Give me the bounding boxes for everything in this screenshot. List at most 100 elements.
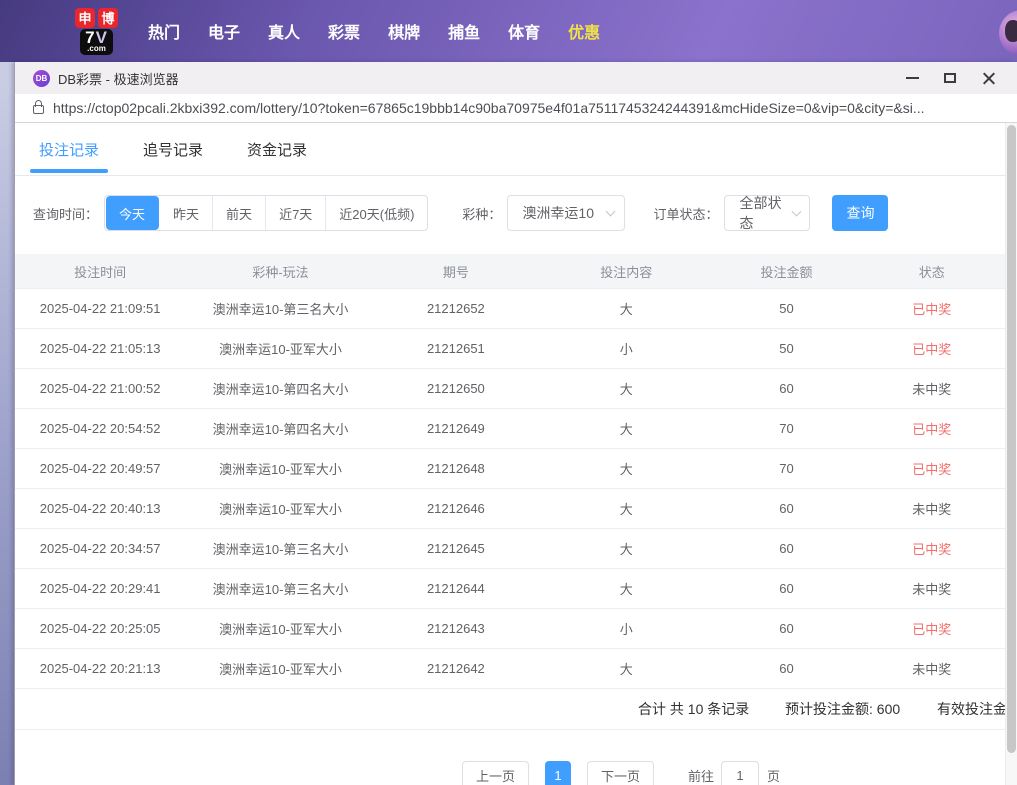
table-row: 2025-04-22 21:09:51 澳洲幸运10-第三名大小 2121265… [15,289,1017,329]
minimize-icon [906,77,919,79]
prev-page-button[interactable]: 上一页 [462,761,529,785]
nav-item-fishing[interactable]: 捕鱼 [434,19,494,43]
time-option-today[interactable]: 今天 [106,196,159,230]
nav-item-promo[interactable]: 优惠 [554,19,614,43]
table-row: 2025-04-22 21:00:52 澳洲幸运10-第四名大小 2121265… [15,369,1017,409]
status-filter-label: 订单状态： [653,204,718,223]
time-option-20days[interactable]: 近20天(低频) [326,196,427,230]
order-status-select[interactable]: 全部状态 [724,195,810,231]
cell-bet-amount: 60 [716,381,856,396]
cell-period: 21212650 [376,381,536,396]
cell-bet-amount: 60 [716,501,856,516]
next-page-button[interactable]: 下一页 [587,761,654,785]
cell-play-type: 澳洲幸运10-亚军大小 [185,499,375,518]
pagination: 上一页 1 下一页 前往 页 [462,761,780,785]
cell-status: 已中奖 [857,339,1007,358]
chevron-down-icon [606,206,616,216]
tab-fund-records[interactable]: 资金记录 [247,123,307,175]
cell-play-type: 澳洲幸运10-第四名大小 [185,419,375,438]
table-row: 2025-04-22 21:05:13 澳洲幸运10-亚军大小 21212651… [15,329,1017,369]
logo-box: 7V .com [80,29,113,55]
site-logo[interactable]: 申 博 7V .com [75,8,118,55]
cell-play-type: 澳洲幸运10-第四名大小 [185,379,375,398]
site-navbar: 申 博 7V .com 热门 电子 真人 彩票 棋牌 捕鱼 体育 优惠 [0,0,1017,62]
col-header-play: 彩种-玩法 [185,262,375,281]
minimize-button[interactable] [893,65,931,91]
cell-bet-content: 大 [536,579,716,598]
lottery-select-value: 澳洲幸运10 [522,203,594,223]
cell-bet-time: 2025-04-22 20:21:13 [15,661,185,676]
table-row: 2025-04-22 20:40:13 澳洲幸运10-亚军大小 21212646… [15,489,1017,529]
table-row: 2025-04-22 20:25:05 澳洲幸运10-亚军大小 21212643… [15,609,1017,649]
page-content: 投注记录 追号记录 资金记录 查询时间： 今天 昨天 前天 近7天 近20天(低… [15,123,1017,785]
time-option-7days[interactable]: 近7天 [266,196,326,230]
nav-item-sports[interactable]: 体育 [494,19,554,43]
filter-bar: 查询时间： 今天 昨天 前天 近7天 近20天(低频) 彩种： 澳洲幸运10 订… [33,195,1017,231]
nav-item-hot[interactable]: 热门 [134,19,194,43]
col-header-period: 期号 [376,262,536,281]
tab-chase-records[interactable]: 追号记录 [143,123,203,175]
time-option-daybefore[interactable]: 前天 [213,196,266,230]
cell-play-type: 澳洲幸运10-亚军大小 [185,659,375,678]
scrollbar-thumb[interactable] [1007,125,1016,753]
logo-badge-right: 博 [98,8,118,28]
cell-bet-time: 2025-04-22 21:05:13 [15,341,185,356]
cell-bet-content: 大 [536,499,716,518]
window-title: DB彩票 - 极速浏览器 [58,69,179,88]
nav-item-chess[interactable]: 棋牌 [374,19,434,43]
col-header-content: 投注内容 [536,262,716,281]
cell-bet-content: 大 [536,299,716,318]
table-row: 2025-04-22 20:29:41 澳洲幸运10-第三名大小 2121264… [15,569,1017,609]
maximize-button[interactable] [931,65,969,91]
cell-bet-time: 2025-04-22 20:54:52 [15,421,185,436]
page-number-1[interactable]: 1 [545,761,571,785]
cell-bet-content: 大 [536,459,716,478]
table-header-row: 投注时间 彩种-玩法 期号 投注内容 投注金额 状态 [15,254,1017,289]
time-option-yesterday[interactable]: 昨天 [160,196,213,230]
table-row: 2025-04-22 20:49:57 澳洲幸运10-亚军大小 21212648… [15,449,1017,489]
cell-play-type: 澳洲幸运10-第三名大小 [185,579,375,598]
cell-bet-time: 2025-04-22 20:29:41 [15,581,185,596]
cell-bet-time: 2025-04-22 20:25:05 [15,621,185,636]
nav-item-electronic[interactable]: 电子 [194,19,254,43]
goto-page-input[interactable] [721,761,759,785]
cell-play-type: 澳洲幸运10-亚军大小 [185,459,375,478]
cell-bet-content: 大 [536,539,716,558]
browser-window: DB DB彩票 - 极速浏览器 https://ctop02pcali.2kbx… [14,62,1017,785]
cell-bet-time: 2025-04-22 21:09:51 [15,301,185,316]
cell-period: 21212646 [376,501,536,516]
lottery-select[interactable]: 澳洲幸运10 [507,195,625,231]
time-filter-group: 今天 昨天 前天 近7天 近20天(低频) [104,195,428,231]
url-bar[interactable]: https://ctop02pcali.2kbxi392.com/lottery… [15,94,1017,123]
cell-status: 已中奖 [857,539,1007,558]
window-titlebar[interactable]: DB DB彩票 - 极速浏览器 [15,62,1017,94]
nav-item-live[interactable]: 真人 [254,19,314,43]
summary-expected-amount: 预计投注金额: 600 [785,689,900,730]
cell-period: 21212642 [376,661,536,676]
table-row: 2025-04-22 20:54:52 澳洲幸运10-第四名大小 2121264… [15,409,1017,449]
col-header-time: 投注时间 [15,262,185,281]
cell-period: 21212645 [376,541,536,556]
cell-status: 未中奖 [857,499,1007,518]
cell-play-type: 澳洲幸运10-第三名大小 [185,299,375,318]
lottery-filter-label: 彩种： [462,204,501,223]
cell-bet-amount: 60 [716,621,856,636]
user-avatar[interactable] [999,10,1017,56]
cell-period: 21212651 [376,341,536,356]
vertical-scrollbar[interactable] [1005,123,1017,785]
close-button[interactable] [969,65,1007,91]
nav-item-lottery[interactable]: 彩票 [314,19,374,43]
url-text: https://ctop02pcali.2kbxi392.com/lottery… [53,100,925,116]
search-button[interactable]: 查询 [832,195,888,231]
table-summary: 合计 共 10 条记录 预计投注金额: 600 有效投注金额 [15,689,1017,730]
cell-bet-amount: 70 [716,461,856,476]
tab-bet-records[interactable]: 投注记录 [39,123,99,175]
logo-badge-left: 申 [75,8,95,28]
cell-bet-content: 大 [536,419,716,438]
cell-period: 21212649 [376,421,536,436]
goto-page-label: 前往 [688,766,714,785]
cell-status: 未中奖 [857,659,1007,678]
db-favicon-icon: DB [33,70,50,87]
cell-period: 21212643 [376,621,536,636]
logo-suffix: .com [87,45,106,53]
